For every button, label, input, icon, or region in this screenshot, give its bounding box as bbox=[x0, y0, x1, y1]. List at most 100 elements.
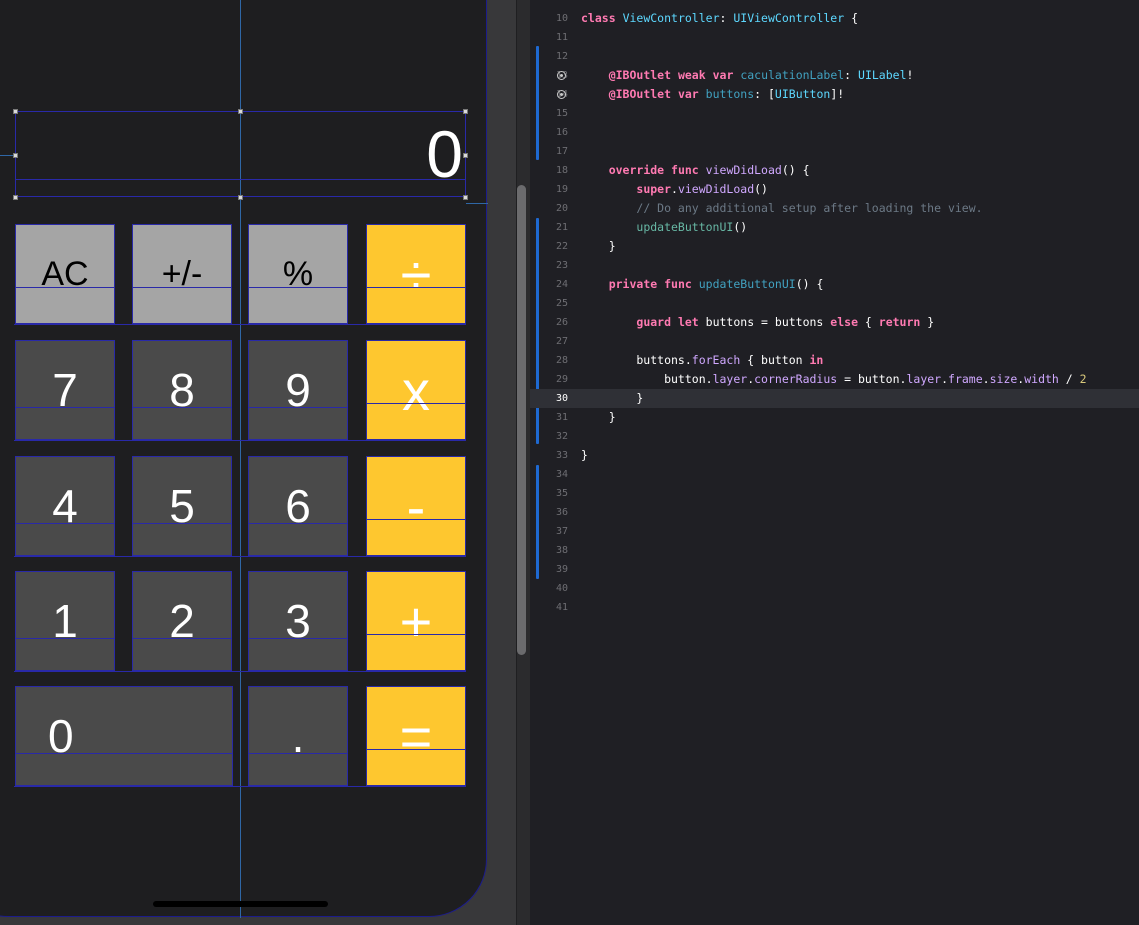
outlet-connection-icon[interactable] bbox=[557, 90, 566, 99]
sign-toggle-button[interactable]: +/- bbox=[132, 224, 232, 324]
clear-button[interactable]: AC bbox=[15, 224, 115, 324]
percent-button[interactable]: % bbox=[248, 224, 348, 324]
line-number: 18 bbox=[555, 165, 568, 176]
digit-0-button[interactable]: 0 bbox=[15, 686, 233, 786]
line-number: 22 bbox=[555, 241, 568, 252]
digit-9-button[interactable]: 9 bbox=[248, 340, 348, 440]
line-number: 40 bbox=[555, 583, 568, 594]
line-number: 11 bbox=[555, 32, 568, 43]
baseline-guide bbox=[133, 523, 231, 524]
interface-builder-canvas[interactable]: 0 AC +/-% ÷ 7 8 9 x 4 5 6 - 1 2 3 +0. = bbox=[0, 0, 516, 925]
outlet-connection-icon[interactable] bbox=[557, 71, 566, 80]
button-label: 9 bbox=[285, 364, 311, 416]
button-label: 6 bbox=[285, 480, 311, 532]
code-editor[interactable]: 10 class ViewController: UIViewController… bbox=[530, 0, 1139, 925]
code-line[interactable]: 33} bbox=[530, 446, 1139, 465]
digit-4-button[interactable]: 4 bbox=[15, 456, 115, 556]
calculation-label[interactable]: 0 bbox=[15, 111, 466, 197]
code-line[interactable]: 20 // Do any additional setup after load… bbox=[530, 199, 1139, 218]
line-number: 41 bbox=[555, 602, 568, 613]
code-line[interactable]: 28 buttons.forEach { button in bbox=[530, 351, 1139, 370]
button-label: x bbox=[402, 358, 430, 422]
code-line[interactable]: 27 bbox=[530, 332, 1139, 351]
line-number: 16 bbox=[555, 127, 568, 138]
add-button[interactable]: + bbox=[366, 571, 466, 671]
code-line[interactable]: 34 bbox=[530, 465, 1139, 484]
code-line[interactable]: 24 private func updateButtonUI() { bbox=[530, 275, 1139, 294]
multiply-button[interactable]: x bbox=[366, 340, 466, 440]
subtract-button[interactable]: - bbox=[366, 456, 466, 556]
resize-handle[interactable] bbox=[238, 195, 243, 200]
code-line[interactable]: 41 bbox=[530, 598, 1139, 617]
digit-7-button[interactable]: 7 bbox=[15, 340, 115, 440]
code-line[interactable]: 35 bbox=[530, 484, 1139, 503]
baseline-guide bbox=[367, 749, 465, 750]
code-line[interactable]: 12 bbox=[530, 47, 1139, 66]
code-line[interactable]: 25 bbox=[530, 294, 1139, 313]
code-line[interactable]: 36 bbox=[530, 503, 1139, 522]
equals-button[interactable]: = bbox=[366, 686, 466, 786]
divide-button[interactable]: ÷ bbox=[366, 224, 466, 324]
button-label: ÷ bbox=[400, 242, 432, 306]
code-line[interactable]: 37 bbox=[530, 522, 1139, 541]
code-line[interactable]: 10 class ViewController: UIViewController… bbox=[530, 9, 1139, 28]
code-line[interactable]: 31 } bbox=[530, 408, 1139, 427]
code-line[interactable]: 39 bbox=[530, 560, 1139, 579]
code-line[interactable]: 15 bbox=[530, 104, 1139, 123]
code-line[interactable]: 18 override func viewDidLoad() { bbox=[530, 161, 1139, 180]
button-label: . bbox=[291, 710, 305, 762]
resize-handle[interactable] bbox=[13, 195, 18, 200]
digit-6-button[interactable]: 6 bbox=[248, 456, 348, 556]
line-number: 20 bbox=[555, 203, 568, 214]
line-number: 37 bbox=[555, 526, 568, 537]
line-number: 27 bbox=[555, 336, 568, 347]
code-text: } bbox=[581, 239, 616, 253]
code-line[interactable]: 40 bbox=[530, 579, 1139, 598]
resize-handle[interactable] bbox=[13, 109, 18, 114]
stack-row-frame bbox=[14, 556, 466, 559]
button-label: 4 bbox=[52, 480, 78, 532]
digit-1-button[interactable]: 1 bbox=[15, 571, 115, 671]
resize-handle[interactable] bbox=[463, 109, 468, 114]
code-line[interactable]: 11 bbox=[530, 28, 1139, 47]
line-number: 12 bbox=[555, 51, 568, 62]
digit-3-button[interactable]: 3 bbox=[248, 571, 348, 671]
digit-5-button[interactable]: 5 bbox=[132, 456, 232, 556]
code-line[interactable]: 16 bbox=[530, 123, 1139, 142]
line-number: 39 bbox=[555, 564, 568, 575]
code-line[interactable]: 32 bbox=[530, 427, 1139, 446]
code-text: } bbox=[581, 410, 616, 424]
stack-row-frame bbox=[14, 324, 466, 327]
digit-2-button[interactable]: 2 bbox=[132, 571, 232, 671]
line-number: 19 bbox=[555, 184, 568, 195]
code-line[interactable]: 17 bbox=[530, 142, 1139, 161]
line-number: 24 bbox=[555, 279, 568, 290]
baseline-guide bbox=[367, 519, 465, 520]
decimal-button[interactable]: . bbox=[248, 686, 348, 786]
button-label: = bbox=[399, 704, 433, 768]
code-line[interactable]: 29 button.layer.cornerRadius = button.la… bbox=[530, 370, 1139, 389]
button-label: 0 bbox=[48, 710, 74, 762]
resize-handle[interactable] bbox=[13, 153, 18, 158]
code-text: button.layer.cornerRadius = button.layer… bbox=[581, 372, 1087, 386]
code-line[interactable]: 30 } bbox=[530, 389, 1139, 408]
code-line[interactable]: 26 guard let buttons = buttons else { re… bbox=[530, 313, 1139, 332]
resize-handle[interactable] bbox=[463, 153, 468, 158]
code-line[interactable]: 13 @IBOutlet weak var caculationLabel: U… bbox=[530, 66, 1139, 85]
code-line[interactable]: 23 bbox=[530, 256, 1139, 275]
code-line[interactable]: 21 updateButtonUI() bbox=[530, 218, 1139, 237]
resize-handle[interactable] bbox=[238, 109, 243, 114]
code-line[interactable]: 19 super.viewDidLoad() bbox=[530, 180, 1139, 199]
baseline-guide bbox=[133, 287, 231, 288]
code-line[interactable]: 14 @IBOutlet var buttons: [UIButton]! bbox=[530, 85, 1139, 104]
label-trailing-guide bbox=[466, 203, 488, 204]
home-indicator bbox=[153, 901, 328, 907]
digit-8-button[interactable]: 8 bbox=[132, 340, 232, 440]
code-line[interactable]: 22 } bbox=[530, 237, 1139, 256]
code-text: // Do any additional setup after loading… bbox=[636, 201, 983, 215]
code-line[interactable]: 38 bbox=[530, 541, 1139, 560]
canvas-scrollbar[interactable] bbox=[517, 185, 526, 655]
resize-handle[interactable] bbox=[463, 195, 468, 200]
button-label: 2 bbox=[169, 595, 195, 647]
button-label: - bbox=[406, 474, 426, 538]
